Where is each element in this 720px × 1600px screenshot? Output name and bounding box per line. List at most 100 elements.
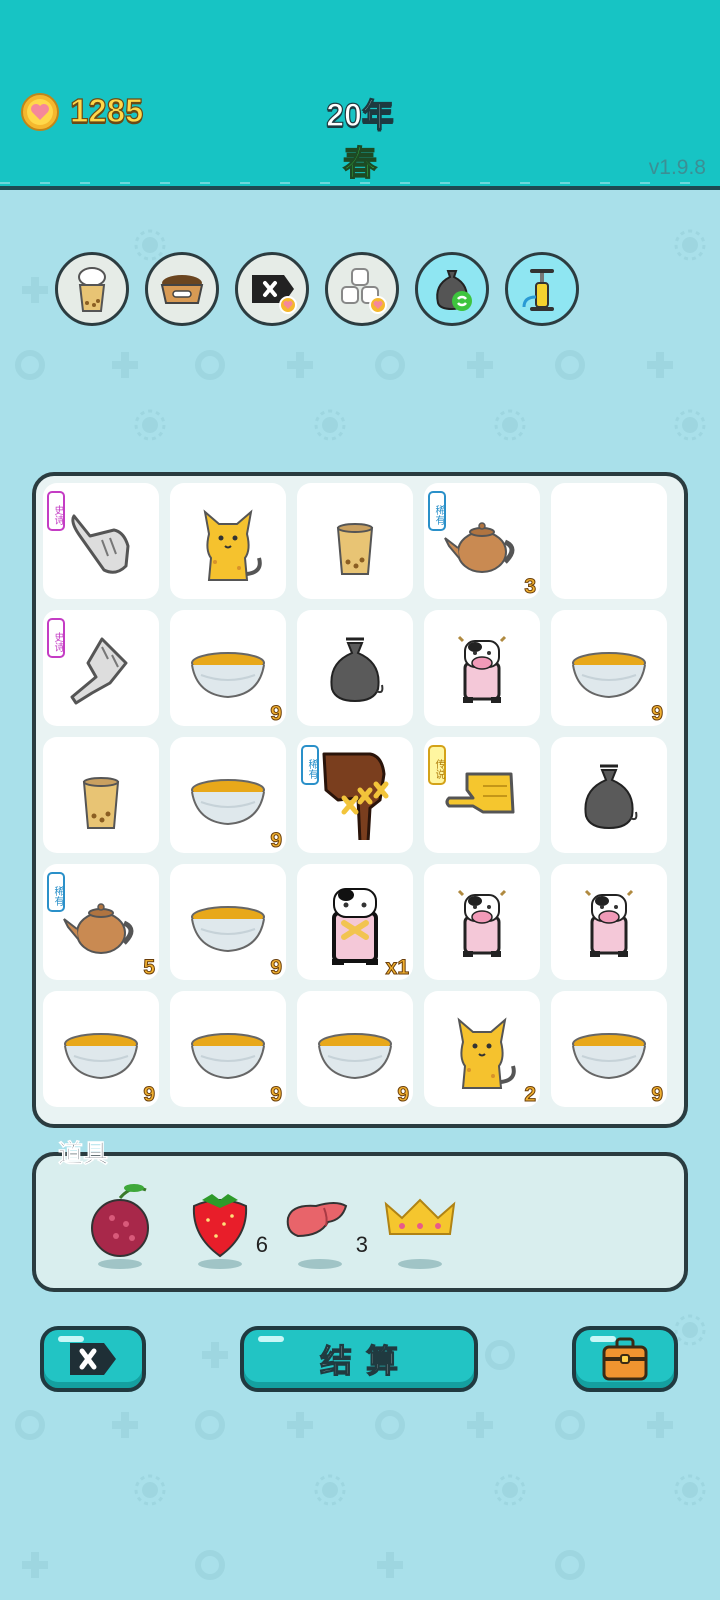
tea-bowl-icon — [191, 906, 265, 953]
tool-bubble-tea[interactable] — [55, 252, 129, 326]
stack-count: 3 — [524, 575, 537, 599]
board-cell-tea-bowl[interactable]: 9 — [297, 991, 413, 1107]
board-cell-tea-bowl[interactable]: 9 — [551, 991, 667, 1107]
tea-bowl-icon — [64, 1033, 138, 1080]
pet-food-bowl-icon — [160, 275, 204, 304]
stack-count: x1 — [385, 956, 409, 980]
prop-bayberry[interactable] — [76, 1176, 166, 1276]
board-cell-cow-with-x[interactable]: x1 — [297, 864, 413, 980]
board-cell-bubble-tea-cup[interactable] — [297, 483, 413, 599]
stack-count: 9 — [651, 702, 664, 726]
teapot-icon — [63, 903, 134, 954]
liver-icon — [286, 1202, 348, 1269]
strawberry-icon — [192, 1194, 248, 1269]
rarity-tag: 史诗 — [47, 491, 65, 531]
prop-count: 6 — [255, 1232, 268, 1257]
cow-with-x-icon — [332, 888, 378, 965]
board-cell-bubble-tea-cup[interactable] — [43, 737, 159, 853]
board-cell-trash-bag[interactable] — [297, 610, 413, 726]
stack-count: 9 — [143, 1083, 156, 1107]
brown-hand-with-x-icon — [322, 752, 389, 840]
board-cell-orange-cat[interactable] — [170, 483, 286, 599]
tea-bowl-icon — [191, 1033, 265, 1080]
cancel-button[interactable] — [40, 1326, 146, 1392]
tool-cancel-tag[interactable] — [235, 252, 309, 326]
stack-count: 9 — [651, 1083, 664, 1107]
cow-icon — [584, 889, 634, 957]
board-cell-tea-bowl[interactable]: 9 — [43, 991, 159, 1107]
prop-liver[interactable]: 3 — [276, 1176, 368, 1276]
orange-cat-icon — [457, 1017, 516, 1089]
stack-count: 9 — [270, 1083, 283, 1107]
board-cell-trash-bag[interactable] — [551, 737, 667, 853]
tool-pet-food[interactable] — [145, 252, 219, 326]
rarity-tag: 稀有 — [301, 745, 319, 785]
stack-count: 9 — [270, 702, 283, 726]
yellow-pointing-hand-icon — [445, 772, 515, 814]
board-cell-cow[interactable] — [424, 610, 540, 726]
trash-bag-icon — [330, 637, 384, 703]
season-label: 春 — [342, 143, 377, 184]
sugar-cubes-icon — [341, 268, 387, 314]
board-cell-gray-pointing-hand[interactable]: 史诗 — [43, 483, 159, 599]
gray-pointing-hand-icon — [71, 514, 130, 574]
stack-count: 5 — [143, 956, 156, 980]
tool-recycle-trash[interactable] — [415, 252, 489, 326]
tool-air-pump[interactable] — [505, 252, 579, 326]
bag-button[interactable] — [572, 1326, 678, 1392]
crown-icon — [384, 1198, 456, 1269]
board-cell-tea-bowl[interactable]: 9 — [551, 610, 667, 726]
year-label: 20年 — [326, 96, 395, 133]
rarity-tag: 稀有 — [428, 491, 446, 531]
rarity-tag: 传说 — [428, 745, 446, 785]
tea-bowl-icon — [191, 652, 265, 699]
board-cell-brown-hand-with-x[interactable]: 稀有 — [297, 737, 413, 853]
close-tag-icon — [70, 1343, 116, 1375]
bubble-tea-cup-icon — [78, 267, 106, 312]
recycle-trash-bag-icon — [436, 270, 472, 311]
tea-bowl-icon — [572, 652, 646, 699]
tool-sugar-cubes[interactable] — [325, 252, 399, 326]
gray-pointing-hand-down-icon — [70, 637, 128, 705]
stack-count: 2 — [524, 1083, 537, 1107]
board-cell-cow[interactable] — [424, 864, 540, 980]
board-cell-orange-cat[interactable]: 2 — [424, 991, 540, 1107]
settle-button[interactable]: 结算 — [240, 1326, 478, 1392]
cow-icon — [457, 635, 507, 703]
stack-count: 9 — [270, 829, 283, 853]
board-cell-tea-bowl[interactable]: 9 — [170, 864, 286, 980]
board-cell-yellow-pointing-hand[interactable]: 传说 — [424, 737, 540, 853]
tea-bowl-icon — [191, 779, 265, 826]
cow-icon — [457, 889, 507, 957]
stack-count: 9 — [397, 1083, 410, 1107]
board-cell-teapot[interactable]: 稀有 3 — [424, 483, 540, 599]
props-panel: 6 3 — [32, 1152, 688, 1292]
rarity-tag: 稀有 — [47, 872, 65, 912]
version-label: v1.9.8 — [648, 156, 706, 179]
orange-cat-icon — [203, 509, 262, 581]
game-board: 史诗 稀有 3 史诗 9 9 9 稀有 传说 稀有 5 9 x1 9 9 9 2 9 — [32, 472, 688, 1128]
board-cell-cow[interactable] — [551, 864, 667, 980]
board-cell-tea-bowl[interactable]: 9 — [170, 610, 286, 726]
tea-bowl-icon — [318, 1033, 392, 1080]
prop-crown[interactable] — [376, 1176, 466, 1276]
settle-label: 结算 — [319, 1341, 412, 1380]
bayberry-icon — [91, 1184, 149, 1269]
rarity-tag: 史诗 — [47, 618, 65, 658]
board-cell-teapot[interactable]: 稀有 5 — [43, 864, 159, 980]
teapot-icon — [444, 522, 515, 573]
bubble-tea-cup-icon — [336, 523, 374, 575]
board-cell-gray-pointing-hand-down[interactable]: 史诗 — [43, 610, 159, 726]
cancel-tag-icon — [252, 275, 297, 314]
board-cell-tea-bowl[interactable]: 9 — [170, 991, 286, 1107]
prop-count: 3 — [355, 1232, 368, 1257]
props-label: 道具 — [58, 1139, 109, 1169]
briefcase-icon — [602, 1337, 648, 1381]
trash-bag-icon — [584, 764, 638, 830]
board-cell-tea-bowl[interactable]: 9 — [170, 737, 286, 853]
stack-count: 9 — [270, 956, 283, 980]
prop-strawberry[interactable]: 6 — [176, 1176, 268, 1276]
board-cell-empty[interactable] — [551, 483, 667, 599]
air-pump-icon — [522, 269, 554, 311]
top-bar: 1285 20年 春 v1.9.8 — [0, 0, 720, 190]
